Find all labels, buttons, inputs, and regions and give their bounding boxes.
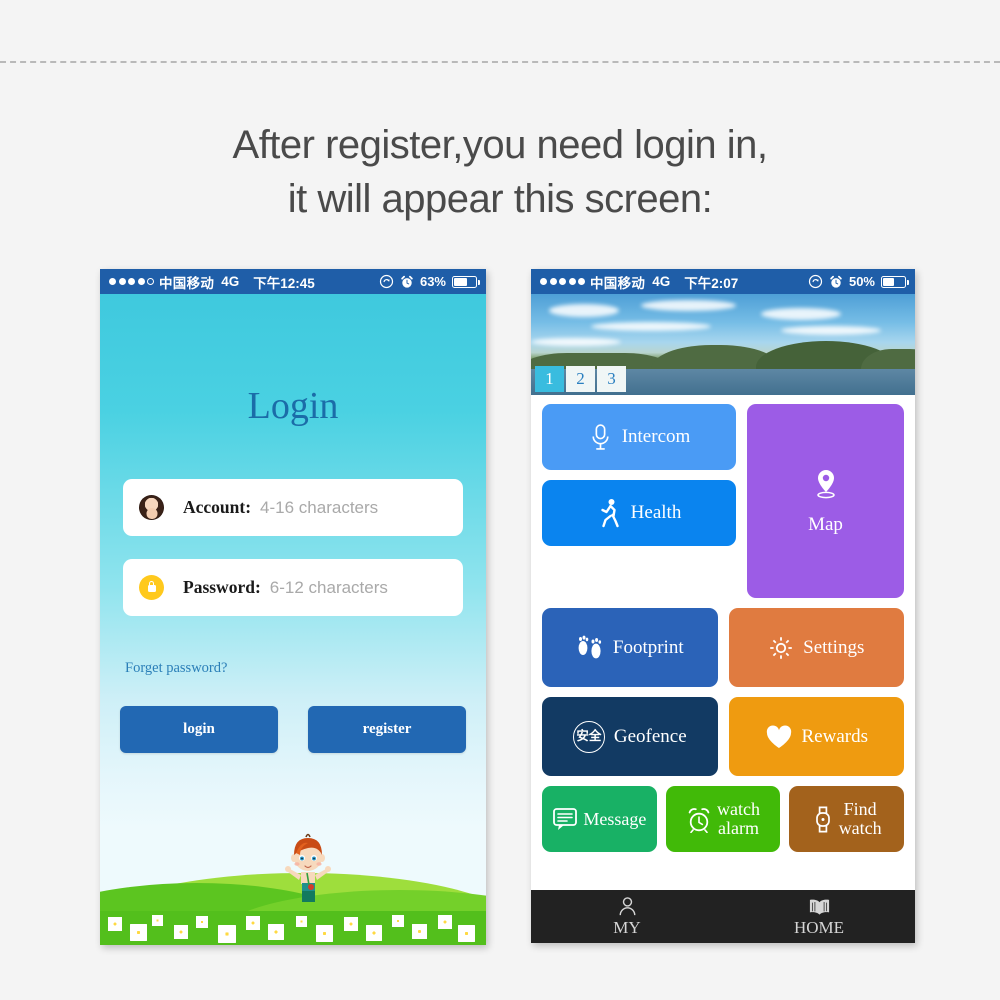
tile-footprint[interactable]: Footprint [542, 608, 718, 687]
speech-bubble-icon [552, 807, 578, 831]
battery-percent-label: 50% [848, 274, 875, 289]
app-grid: Intercom Health Map Footprint Settings 安… [531, 395, 915, 890]
tile-label: Find watch [838, 799, 882, 838]
tile-label: Settings [803, 636, 865, 658]
nav-label: HOME [793, 917, 845, 937]
network-label: 4G [221, 274, 240, 289]
child-illustration [282, 831, 334, 905]
open-book-icon [808, 896, 831, 917]
register-button[interactable]: register [308, 706, 466, 753]
home-status-bar: 中国移动 4G 下午2:07 50% [531, 269, 915, 294]
gear-icon [768, 635, 794, 661]
login-status-bar: 中国移动 4G 下午12:45 63% [100, 269, 486, 294]
tile-label: Intercom [621, 426, 691, 448]
safety-circle-icon: 安全 [572, 720, 605, 753]
nav-item-my[interactable]: MY [531, 890, 723, 943]
tile-label: Geofence [613, 725, 687, 747]
password-field[interactable]: Password: 6-12 characters [123, 559, 463, 616]
tile-label: Map [808, 513, 843, 535]
person-icon [617, 896, 638, 917]
alarm-clock-icon [686, 806, 712, 833]
alarm-clock-icon [829, 275, 843, 289]
headline-line-2: it will appear this screen: [287, 177, 713, 221]
nav-item-home[interactable]: HOME [723, 890, 915, 943]
tile-label: watch alarm [717, 799, 760, 838]
bottom-nav-bar: MY HOME [531, 890, 915, 943]
tile-geofence[interactable]: 安全 Geofence [542, 697, 718, 776]
network-label: 4G [652, 274, 671, 289]
rotation-lock-icon [808, 274, 823, 289]
login-screen: Login Account: 4-16 characters Password:… [100, 294, 486, 945]
tile-watch-alarm[interactable]: watch alarm [665, 786, 781, 852]
carousel-pager[interactable]: 1 2 3 [535, 366, 626, 392]
lock-icon [139, 575, 164, 600]
battery-icon [452, 275, 480, 288]
tile-label: Rewards [801, 725, 868, 747]
battery-icon [881, 275, 909, 288]
carrier-label: 中国移动 [159, 275, 215, 291]
home-screen: 1 2 3 Intercom Health Map Footprint Sett… [531, 294, 915, 943]
wristwatch-icon [812, 804, 834, 834]
dashed-divider [0, 61, 1000, 63]
page-root: After register,you need login in, it wil… [0, 0, 1000, 1000]
tile-rewards[interactable]: Rewards [728, 697, 904, 776]
map-pin-icon [813, 468, 839, 502]
nav-label: MY [613, 917, 641, 937]
account-field[interactable]: Account: 4-16 characters [123, 479, 463, 536]
forget-password-link[interactable]: Forget password? [125, 660, 227, 677]
carousel-page-1[interactable]: 1 [535, 366, 564, 392]
signal-dots-icon [540, 278, 585, 285]
login-phone-mockup: 中国移动 4G 下午12:45 63% Login Account: 4-16 … [100, 269, 486, 945]
banner-hills [531, 339, 915, 369]
clock-label: 下午12:45 [253, 275, 315, 291]
tile-health[interactable]: Health [542, 480, 736, 546]
tile-intercom[interactable]: Intercom [542, 404, 736, 470]
page-title: After register,you need login in, it wil… [0, 118, 1000, 226]
carousel-page-2[interactable]: 2 [566, 366, 595, 392]
tile-label: Message [583, 808, 647, 829]
rotation-lock-icon [379, 274, 394, 289]
battery-percent-label: 63% [419, 274, 446, 289]
login-heading: Login [247, 385, 339, 427]
login-button[interactable]: login [120, 706, 278, 753]
tile-label: Health [630, 502, 682, 524]
avatar-icon [139, 495, 164, 520]
signal-dots-icon [109, 278, 154, 285]
tile-settings[interactable]: Settings [728, 608, 904, 687]
tile-message[interactable]: Message [542, 786, 657, 852]
home-phone-mockup: 中国移动 4G 下午2:07 50% 1 2 3 Intercom Health… [531, 269, 915, 943]
account-label: Account: [183, 497, 252, 517]
clock-label: 下午2:07 [684, 275, 739, 291]
tile-label: Footprint [612, 636, 684, 658]
headline-line-1: After register,you need login in, [232, 123, 768, 167]
tile-find-watch[interactable]: Find watch [789, 786, 905, 852]
password-input[interactable]: 6-12 characters [270, 578, 388, 598]
alarm-clock-icon [400, 275, 414, 289]
carousel-page-3[interactable]: 3 [597, 366, 626, 392]
tile-map[interactable]: Map [747, 404, 904, 598]
microphone-icon [588, 423, 613, 452]
heart-icon [765, 724, 793, 750]
footprints-icon [576, 632, 604, 664]
banner-carousel[interactable]: 1 2 3 [531, 294, 915, 395]
account-input[interactable]: 4-16 characters [260, 498, 378, 518]
geofence-icon-text: 安全 [576, 728, 602, 744]
carrier-label: 中国移动 [590, 275, 646, 291]
running-person-icon [597, 498, 622, 528]
password-label: Password: [183, 577, 261, 597]
